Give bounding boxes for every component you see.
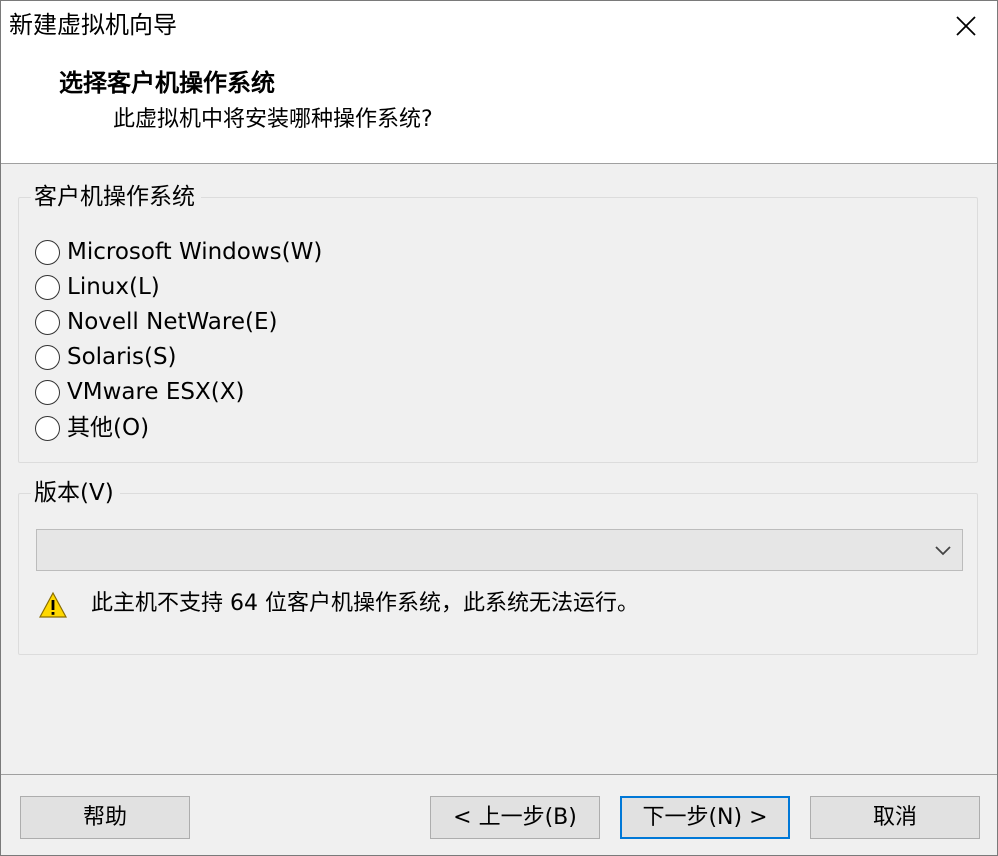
radio-button-icon[interactable] bbox=[35, 239, 60, 265]
radio-label: Novell NetWare(E) bbox=[67, 309, 278, 335]
radio-label: Linux(L) bbox=[67, 274, 160, 300]
version-dropdown[interactable] bbox=[36, 529, 963, 571]
radio-other[interactable]: 其他(O) bbox=[35, 411, 149, 445]
chevron-down-icon bbox=[935, 546, 951, 556]
guest-os-legend: 客户机操作系统 bbox=[31, 182, 201, 212]
title-bar: 新建虚拟机向导 bbox=[1, 1, 997, 51]
next-button[interactable]: 下一步(N) > bbox=[620, 796, 790, 839]
close-button[interactable] bbox=[949, 9, 983, 43]
warning-message: 此主机不支持 64 位客户机操作系统，此系统无法运行。 bbox=[91, 591, 639, 616]
radio-label: Solaris(S) bbox=[67, 344, 177, 370]
guest-os-group: 客户机操作系统 Microsoft Windows(W) Linux(L) No… bbox=[18, 182, 978, 463]
radio-solaris[interactable]: Solaris(S) bbox=[35, 340, 177, 374]
radio-button-icon[interactable] bbox=[35, 415, 60, 441]
footer-divider bbox=[1, 774, 997, 775]
wizard-header: 选择客户机操作系统 此虚拟机中将安装哪种操作系统? bbox=[1, 51, 997, 164]
radio-label: Microsoft Windows(W) bbox=[67, 239, 323, 265]
window-title: 新建虚拟机向导 bbox=[9, 11, 177, 39]
radio-label: 其他(O) bbox=[67, 415, 150, 441]
radio-netware[interactable]: Novell NetWare(E) bbox=[35, 305, 277, 339]
page-title: 选择客户机操作系统 bbox=[59, 69, 275, 97]
page-subtitle: 此虚拟机中将安装哪种操作系统? bbox=[113, 107, 433, 132]
close-icon bbox=[956, 16, 976, 36]
radio-linux[interactable]: Linux(L) bbox=[35, 270, 160, 304]
back-button[interactable]: < 上一步(B) bbox=[430, 796, 600, 839]
wizard-window: 新建虚拟机向导 选择客户机操作系统 此虚拟机中将安装哪种操作系统? 客户机操作系… bbox=[0, 0, 998, 856]
radio-button-icon[interactable] bbox=[35, 309, 60, 335]
radio-button-icon[interactable] bbox=[35, 274, 60, 300]
radio-label: VMware ESX(X) bbox=[67, 379, 245, 405]
version-group: 版本(V) 此主机不支持 64 位客户机操作系统，此系统无法运行。 bbox=[18, 478, 978, 655]
version-legend: 版本(V) bbox=[31, 478, 120, 508]
radio-button-icon[interactable] bbox=[35, 379, 60, 405]
help-button[interactable]: 帮助 bbox=[20, 796, 190, 839]
radio-button-icon[interactable] bbox=[35, 344, 60, 370]
cancel-button[interactable]: 取消 bbox=[810, 796, 980, 839]
radio-vmware-esx[interactable]: VMware ESX(X) bbox=[35, 375, 245, 409]
radio-windows[interactable]: Microsoft Windows(W) bbox=[35, 235, 322, 269]
warning-icon bbox=[38, 591, 68, 618]
